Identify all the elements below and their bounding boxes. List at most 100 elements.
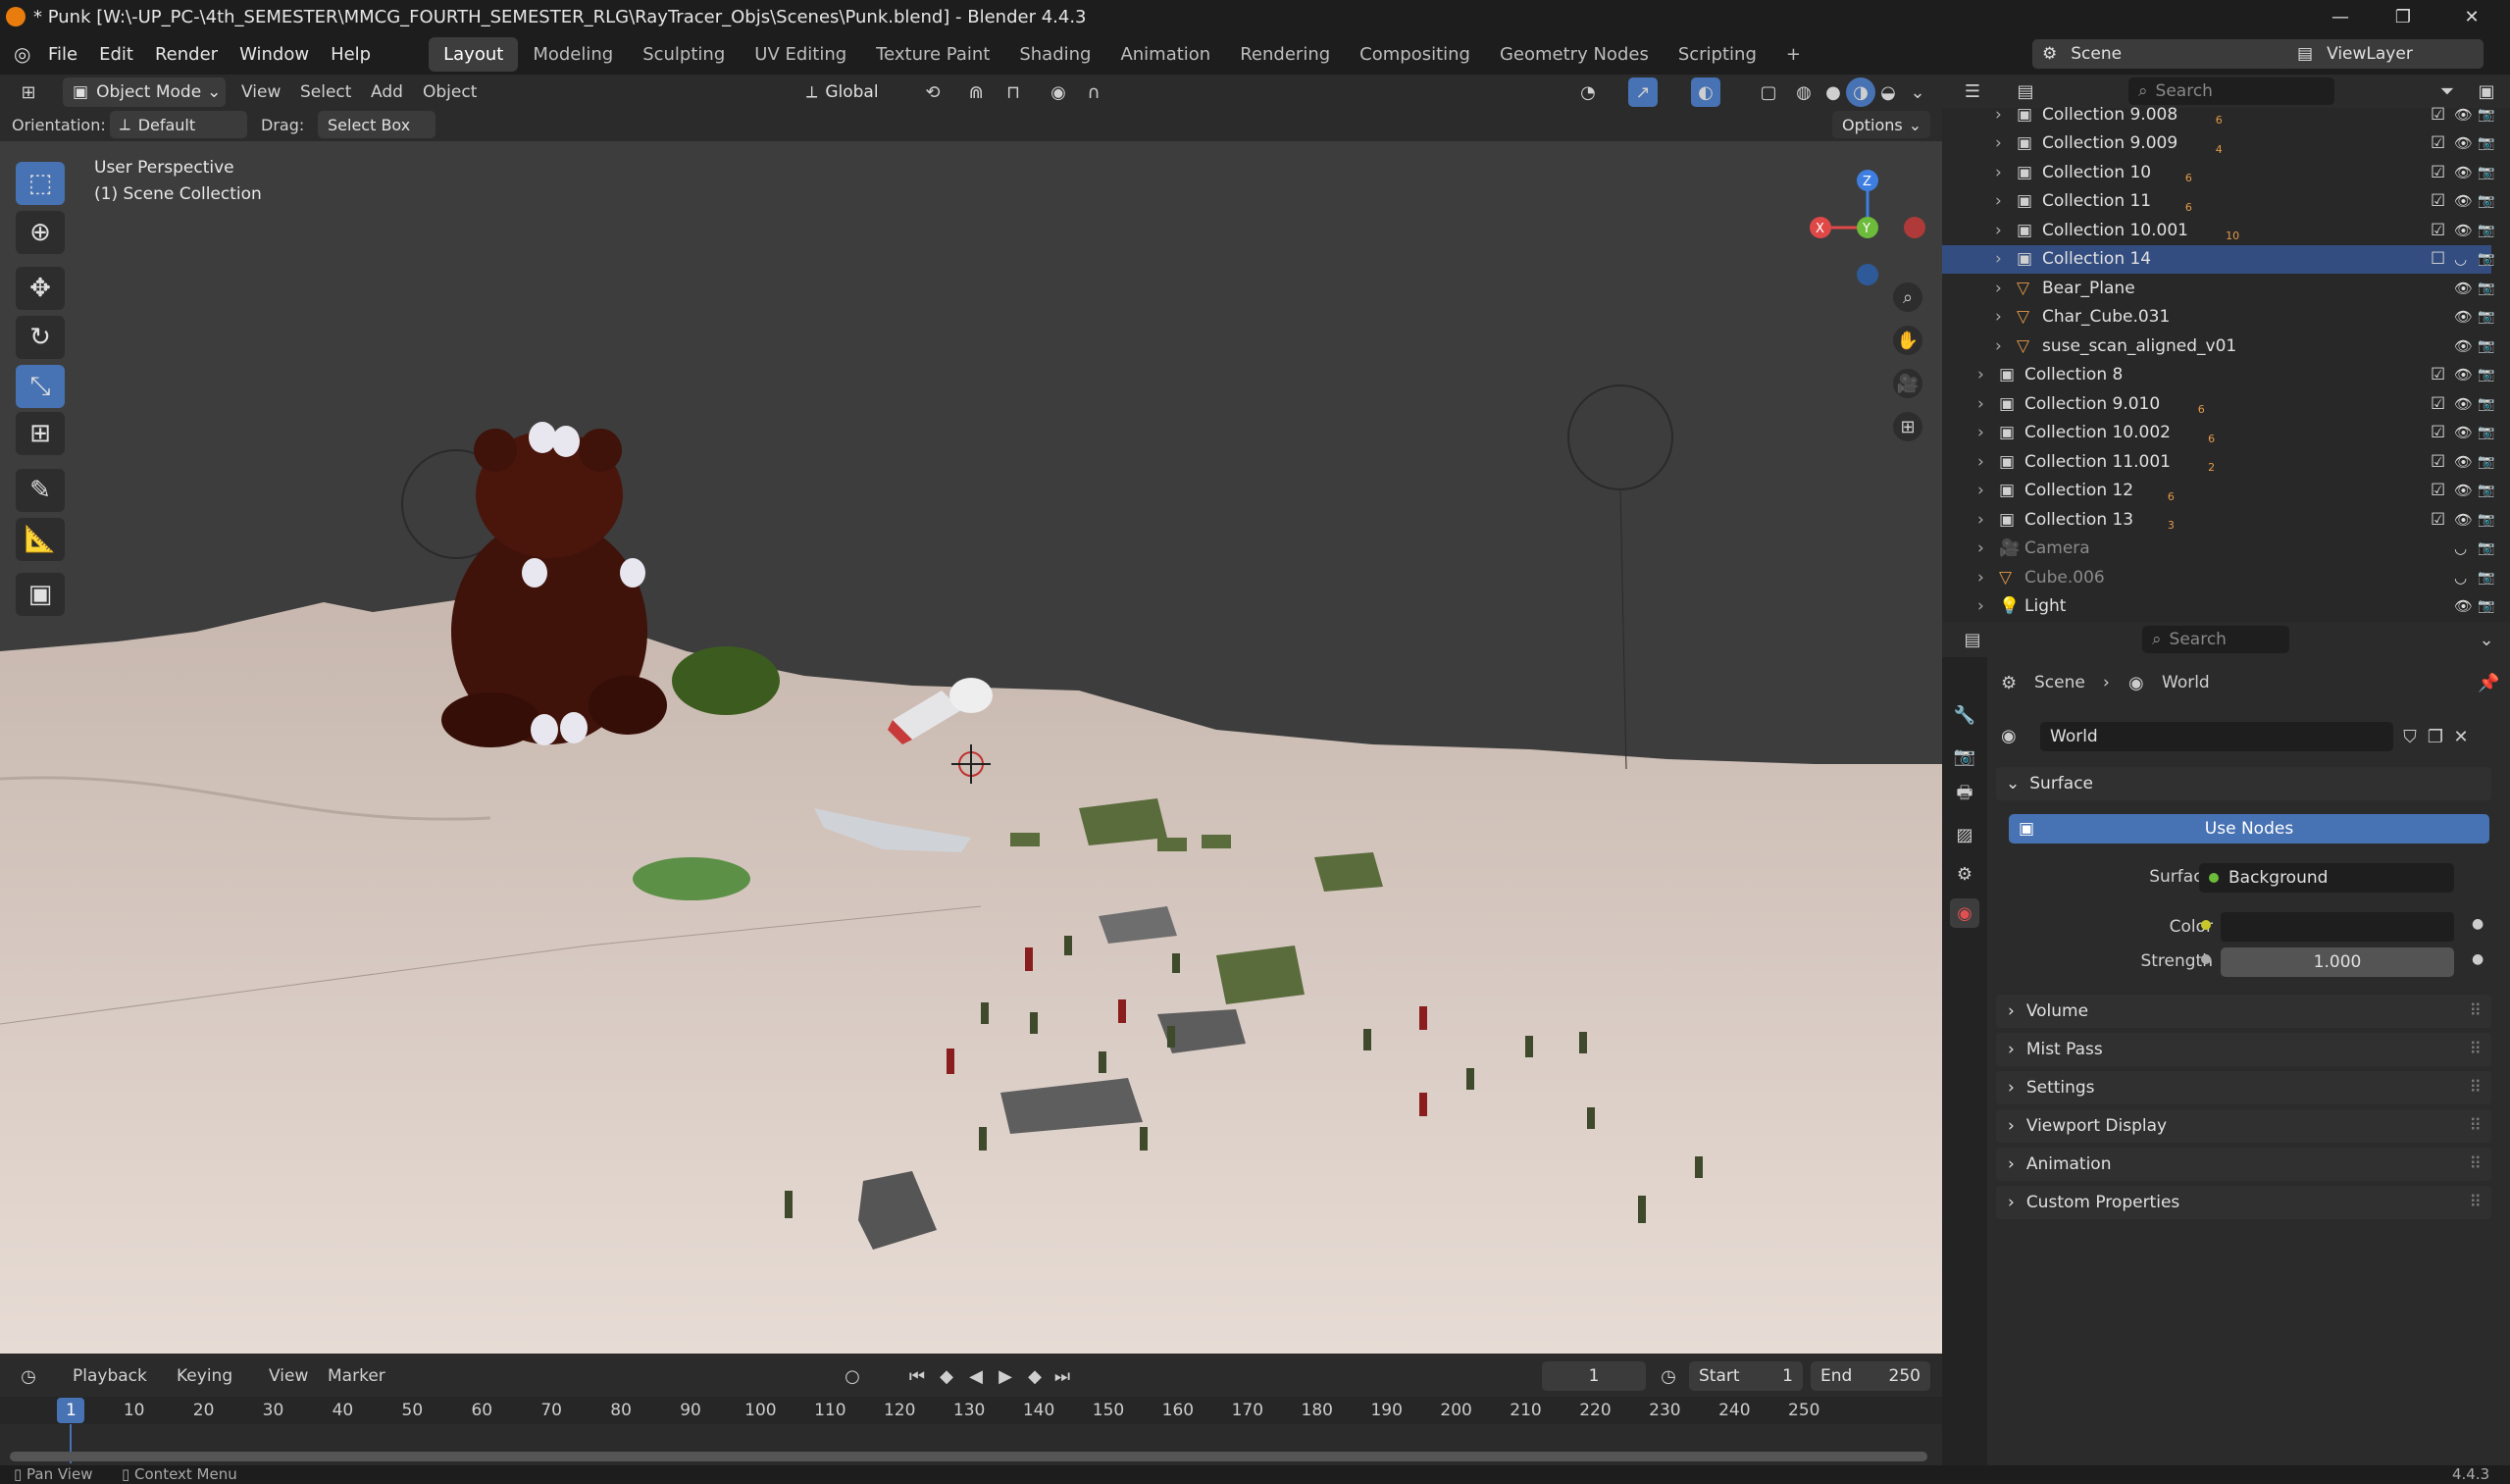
expand-chevron-icon[interactable]: ›	[1995, 105, 2002, 125]
render-visibility-icon[interactable]: 📷	[2478, 165, 2494, 180]
world-datablock-icon[interactable]: ◉	[2001, 726, 2017, 746]
exclude-checkbox[interactable]: ☑	[2431, 423, 2445, 442]
world-tab-icon[interactable]: ◉	[1950, 898, 1979, 928]
auto-keying-icon[interactable]: ○	[838, 1361, 867, 1391]
drag-handle-icon[interactable]: ⠿	[2470, 1040, 2482, 1059]
annotate-tool-icon[interactable]: ✎	[16, 469, 65, 512]
render-tab-icon[interactable]: 📷	[1950, 742, 1979, 771]
render-visibility-icon[interactable]: 📷	[2478, 483, 2494, 498]
move-tool-icon[interactable]: ✥	[16, 267, 65, 310]
minimize-icon[interactable]: —	[2311, 0, 2370, 33]
workspace-tab-texture-paint[interactable]: Texture Paint	[861, 37, 1004, 72]
world-name-field[interactable]: World	[2040, 722, 2393, 751]
outliner-row[interactable]: › ▣ Collection 14 ☐ ◡ 📷	[1942, 244, 2494, 274]
pivot-icon[interactable]: ⟲	[918, 77, 948, 107]
cursor-tool-icon[interactable]: ⊕	[16, 211, 65, 254]
visibility-eye-icon[interactable]: 👁	[2454, 192, 2473, 210]
panel-header[interactable]: › Volume ⠿	[1996, 995, 2491, 1028]
output-tab-icon[interactable]: 🖶	[1950, 781, 1979, 810]
scene-tab-icon[interactable]: ⚙	[1950, 859, 1979, 889]
viewport-3d[interactable]: User Perspective (1) Scene Collection ⬚ …	[0, 141, 1942, 1354]
outliner-row[interactable]: › ▣ Collection 8 ☑ 👁 📷	[1942, 361, 2494, 389]
chevron-down-icon[interactable]: ⌄	[2472, 625, 2501, 654]
panel-surface-header[interactable]: ⌄ Surface	[1996, 767, 2491, 800]
jump-keyframe-back-icon[interactable]: ◆	[932, 1361, 961, 1391]
camera-view-icon[interactable]: 🎥	[1893, 369, 1922, 398]
visibility-icon[interactable]: ◔	[1573, 77, 1603, 107]
surface-shader-dropdown[interactable]: Background	[2199, 863, 2454, 893]
workspace-tab-animation[interactable]: Animation	[1105, 37, 1225, 72]
tool-tab-icon[interactable]: 🔧	[1950, 700, 1979, 730]
render-visibility-icon[interactable]: 📷	[2478, 540, 2494, 556]
visibility-eye-icon[interactable]: 👁	[2454, 337, 2473, 355]
rotate-tool-icon[interactable]: ↻	[16, 316, 65, 359]
render-visibility-icon[interactable]: 📷	[2478, 135, 2494, 151]
drag-handle-icon[interactable]: ⠿	[2470, 1116, 2482, 1136]
workspace-tab-uv-editing[interactable]: UV Editing	[740, 37, 861, 72]
pan-view-icon[interactable]: ✋	[1893, 326, 1922, 355]
play-icon[interactable]: ▶	[991, 1361, 1020, 1391]
visibility-eye-icon[interactable]: 👁	[2454, 106, 2473, 124]
exclude-checkbox[interactable]: ☑	[2431, 481, 2445, 500]
render-visibility-icon[interactable]: 📷	[2478, 396, 2494, 412]
viewport-menu-object[interactable]: Object	[423, 82, 477, 102]
viewlayer-selector[interactable]: ▤ ViewLayer	[2287, 39, 2484, 69]
outliner-row[interactable]: › ▣ Collection 13 3 ☑ 👁 📷	[1942, 505, 2494, 534]
falloff-icon[interactable]: ∩	[1079, 77, 1108, 107]
render-visibility-icon[interactable]: 📷	[2478, 251, 2494, 267]
outliner-row[interactable]: › ▽ Char_Cube.031 👁 📷	[1942, 303, 2494, 332]
expand-chevron-icon[interactable]: ›	[1995, 163, 2002, 182]
start-frame-field[interactable]: Start 1	[1689, 1361, 1803, 1391]
view-layer-tab-icon[interactable]: ▨	[1950, 820, 1979, 849]
workspace-tab-compositing[interactable]: Compositing	[1345, 37, 1485, 72]
render-visibility-icon[interactable]: 📷	[2478, 107, 2494, 123]
expand-chevron-icon[interactable]: ›	[1977, 568, 1984, 588]
exclude-checkbox[interactable]: ☑	[2431, 394, 2445, 414]
visibility-eye-icon[interactable]: 👁	[2454, 308, 2473, 326]
visibility-eye-icon[interactable]: 👁	[2454, 395, 2473, 413]
expand-chevron-icon[interactable]: ›	[1977, 510, 1984, 530]
drag-handle-icon[interactable]: ⠿	[2470, 1078, 2482, 1098]
pin-icon[interactable]: 📌	[2478, 673, 2499, 693]
color-socket-icon[interactable]	[2201, 920, 2211, 930]
snap-icon[interactable]: ⋒	[961, 77, 991, 107]
jump-start-icon[interactable]: ⏮	[902, 1361, 932, 1391]
expand-chevron-icon[interactable]: ›	[1977, 452, 1984, 472]
perspective-toggle-icon[interactable]: ⊞	[1893, 412, 1922, 441]
workspace-tab-geometry-nodes[interactable]: Geometry Nodes	[1485, 37, 1664, 72]
workspace-tab-layout[interactable]: Layout	[429, 36, 519, 72]
workspace-tab-rendering[interactable]: Rendering	[1225, 37, 1345, 72]
outliner-row[interactable]: › ▣ Collection 9.008 6 ☑ 👁 📷	[1942, 100, 2494, 128]
timeline-editor-type-icon[interactable]: ◷	[14, 1361, 43, 1391]
outliner-row[interactable]: › ▽ suse_scan_aligned_v01 👁 📷	[1942, 332, 2494, 360]
menu-window[interactable]: Window	[229, 44, 320, 65]
expand-chevron-icon[interactable]: ›	[1995, 249, 2002, 269]
panel-header[interactable]: › Animation ⠿	[1996, 1148, 2491, 1181]
expand-chevron-icon[interactable]: ›	[1977, 423, 1984, 442]
render-visibility-icon[interactable]: 📷	[2478, 598, 2494, 614]
exclude-checkbox[interactable]: ☑	[2431, 163, 2445, 182]
visibility-eye-icon[interactable]: 👁	[2454, 366, 2473, 384]
viewport-menu-add[interactable]: Add	[371, 82, 403, 102]
visibility-eye-icon[interactable]: 👁	[2454, 597, 2473, 615]
exclude-checkbox[interactable]: ☑	[2431, 105, 2445, 125]
timeline-menu-playback[interactable]: Playback	[73, 1366, 147, 1386]
menu-help[interactable]: Help	[320, 44, 382, 65]
select-box-tool-icon[interactable]: ⬚	[16, 162, 65, 205]
visibility-eye-icon[interactable]: 👁	[2454, 511, 2473, 529]
snap-target-icon[interactable]: ⊓	[999, 77, 1028, 107]
play-reverse-icon[interactable]: ◀	[961, 1361, 991, 1391]
visibility-eye-icon[interactable]: 👁	[2454, 222, 2473, 239]
visibility-eye-icon[interactable]: ◡	[2454, 539, 2467, 557]
outliner-row[interactable]: › ▣ Collection 10.002 6 ☑ 👁 📷	[1942, 419, 2494, 447]
blender-menu-icon[interactable]: ◎	[14, 42, 37, 66]
outliner-row[interactable]: › ▽ Cube.006 ◡ 📷	[1942, 563, 2494, 591]
scale-tool-icon[interactable]: ⤡	[16, 365, 65, 408]
visibility-eye-icon[interactable]: ◡	[2454, 250, 2467, 268]
expand-chevron-icon[interactable]: ›	[1995, 191, 2002, 211]
expand-chevron-icon[interactable]: ›	[1977, 394, 1984, 414]
timeline-menu-marker[interactable]: Marker	[328, 1366, 385, 1386]
visibility-eye-icon[interactable]: 👁	[2454, 482, 2473, 499]
expand-chevron-icon[interactable]: ›	[1977, 365, 1984, 384]
visibility-eye-icon[interactable]: 👁	[2454, 424, 2473, 441]
